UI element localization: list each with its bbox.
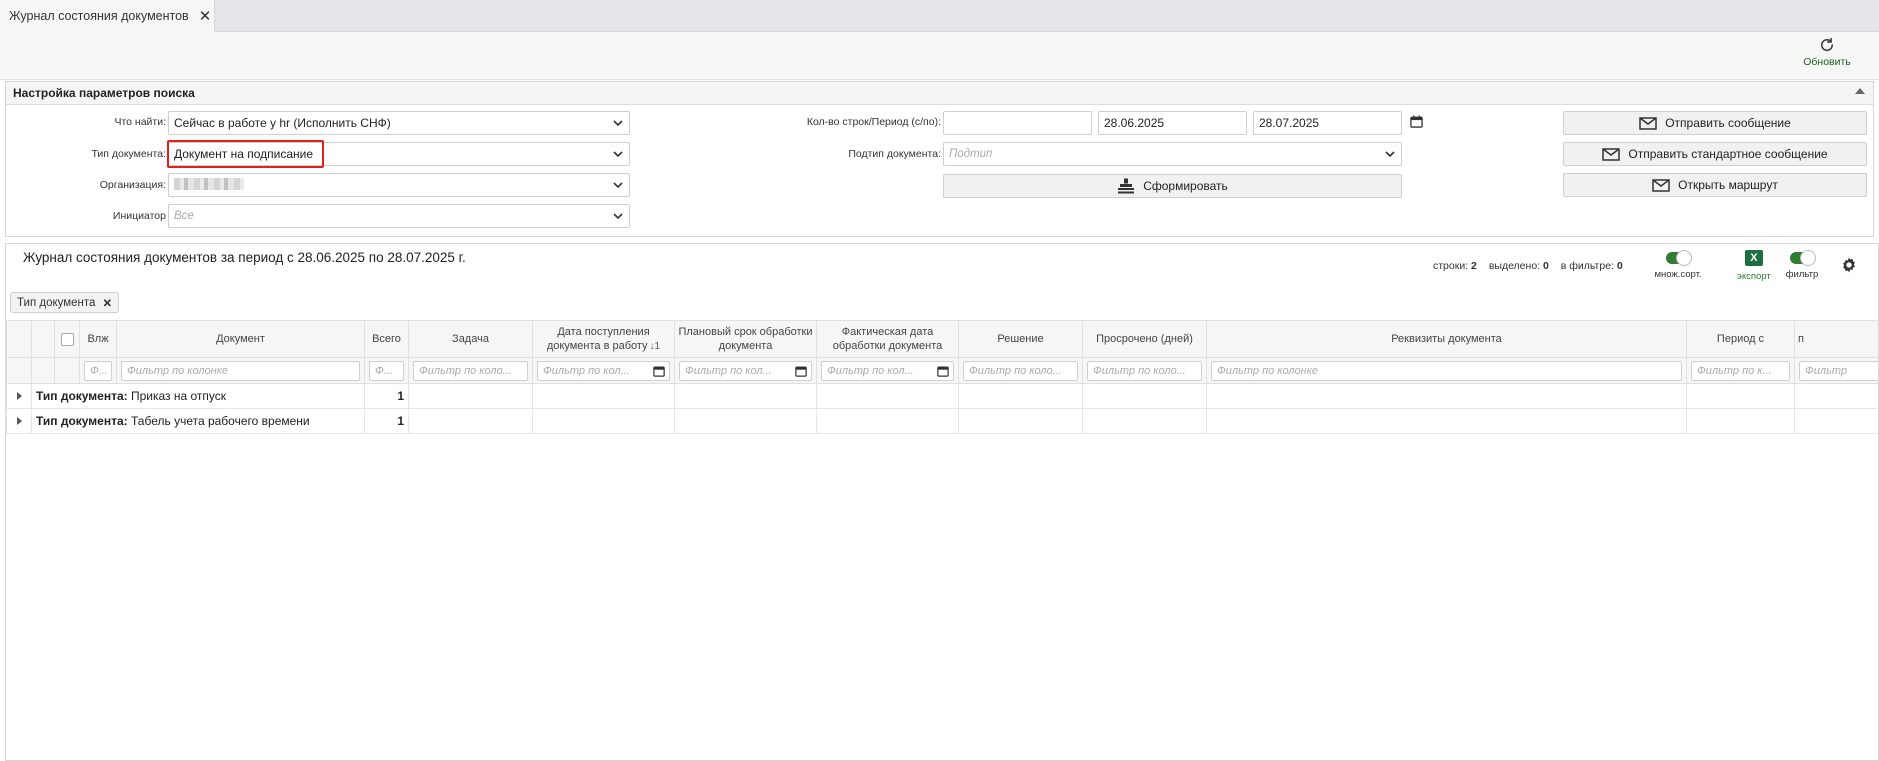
col-blank xyxy=(31,320,55,358)
group-row-label: Тип документа: Приказ на отпуск xyxy=(31,383,365,409)
collapse-icon[interactable] xyxy=(1855,88,1865,94)
rows-period-label: Кол-во строк/Период (с/по): xyxy=(806,116,941,128)
filter-input-date-received[interactable]: Фильтр по кол... xyxy=(537,360,670,381)
date-from-input[interactable]: 28.06.2025 xyxy=(1098,111,1247,135)
col-select-all[interactable] xyxy=(54,320,80,358)
chevron-down-icon xyxy=(1379,150,1401,158)
select-all-checkbox[interactable] xyxy=(60,332,74,346)
expand-icon[interactable] xyxy=(16,392,22,400)
initiator-select[interactable]: Все xyxy=(168,204,630,228)
col-total[interactable]: Всего xyxy=(364,320,409,358)
date-to-input[interactable]: 28.07.2025 xyxy=(1253,111,1402,135)
filter-input-overdue[interactable]: Фильтр по коло... xyxy=(1087,360,1202,381)
filter-input-period-to[interactable]: Фильтр xyxy=(1799,360,1878,381)
toggle-switch xyxy=(1666,250,1692,266)
toolbar: Обновить xyxy=(0,32,1879,80)
chevron-down-icon xyxy=(607,119,629,127)
rows-count-input[interactable] xyxy=(943,111,1092,135)
initiator-label: Инициатор xyxy=(112,210,166,222)
subtype-label: Подтип документа: xyxy=(848,148,941,160)
refresh-icon xyxy=(1820,37,1834,52)
filter-input-total[interactable]: Ф... xyxy=(369,360,404,381)
tab-document-journal[interactable]: Журнал состояния документов ✕ xyxy=(0,0,215,32)
col-expander xyxy=(6,320,32,358)
col-actual[interactable]: Фактическая дата обработки документа xyxy=(816,320,959,358)
multisort-toggle[interactable]: множ.сорт. xyxy=(1646,250,1710,280)
search-panel-header: Настройка параметров поиска xyxy=(6,82,1873,105)
rows-count: 2 xyxy=(1471,260,1477,272)
filter-input-task[interactable]: Фильтр по коло... xyxy=(413,360,528,381)
stamp-icon xyxy=(1118,178,1135,194)
filtered-count: 0 xyxy=(1616,260,1623,272)
envelope-icon xyxy=(1652,178,1670,192)
refresh-label: Обновить xyxy=(1803,56,1851,68)
open-route-button[interactable]: Открыть маршрут xyxy=(1563,173,1867,197)
excel-icon: X xyxy=(1744,250,1763,266)
search-panel-title: Настройка параметров поиска xyxy=(13,86,195,100)
chevron-down-icon xyxy=(607,212,629,220)
remove-icon[interactable]: ✕ xyxy=(102,296,112,310)
journal-grid-section: Журнал состояния документов за период с … xyxy=(5,243,1879,761)
group-row-label: Тип документа: Табель учета рабочего вре… xyxy=(31,408,365,434)
group-total: 1 xyxy=(364,408,409,434)
calendar-icon xyxy=(653,366,665,377)
filter-input-planned[interactable]: Фильтр по кол... xyxy=(679,360,812,381)
filter-input-document[interactable]: Фильтр по колонке xyxy=(121,360,360,381)
filter-toggle[interactable]: фильтр xyxy=(1780,250,1824,280)
filter-input-period-from[interactable]: Фильтр по к... xyxy=(1691,360,1790,381)
send-message-button[interactable]: Отправить сообщение xyxy=(1563,111,1867,135)
what-select[interactable]: Сейчас в работе у hr (Исполнить СНФ) xyxy=(168,111,630,135)
envelope-icon xyxy=(1639,116,1657,130)
filter-input-requisites[interactable]: Фильтр по колонке xyxy=(1211,360,1682,381)
calendar-icon xyxy=(937,366,949,377)
selected-count: 0 xyxy=(1543,260,1549,272)
col-document[interactable]: Документ xyxy=(116,320,365,358)
send-standard-message-button[interactable]: Отправить стандартное сообщение xyxy=(1563,142,1867,166)
filter-input-actual[interactable]: Фильтр по кол... xyxy=(821,360,954,381)
journal-table: Влж Документ Всего Задача Дата поступлен… xyxy=(6,320,1878,434)
col-date-received[interactable]: Дата поступления документа в работу ↓1 xyxy=(532,320,675,358)
col-period-to[interactable]: п xyxy=(1794,320,1878,358)
grid-stats: строки: 2 выделено: 0 в фильтре: 0 xyxy=(1433,260,1623,272)
form-report-button[interactable]: Сформировать xyxy=(943,174,1402,198)
table-row[interactable]: Тип документа: Приказ на отпуск 1 xyxy=(6,383,1878,409)
col-overdue[interactable]: Просрочено (дней) xyxy=(1082,320,1207,358)
what-label: Что найти: xyxy=(114,116,166,128)
org-label: Организация: xyxy=(99,179,166,191)
envelope-icon xyxy=(1602,147,1621,161)
search-params-panel: Настройка параметров поиска Что найти: С… xyxy=(5,81,1874,237)
sort-desc-icon: ↓1 xyxy=(649,340,661,352)
col-vlzh[interactable]: Влж xyxy=(79,320,117,358)
redacted-value xyxy=(174,177,244,190)
org-select[interactable] xyxy=(168,173,630,197)
col-task[interactable]: Задача xyxy=(408,320,533,358)
table-row[interactable]: Тип документа: Табель учета рабочего вре… xyxy=(6,408,1878,434)
calendar-icon xyxy=(795,366,807,377)
col-requisites[interactable]: Реквизиты документа xyxy=(1206,320,1687,358)
expand-icon[interactable] xyxy=(16,417,22,425)
col-decision[interactable]: Решение xyxy=(958,320,1083,358)
filter-input-vlzh[interactable]: Ф... xyxy=(84,360,112,381)
doctype-select[interactable]: Документ на подписание xyxy=(168,142,630,166)
gear-icon[interactable] xyxy=(1840,256,1858,277)
refresh-button[interactable]: Обновить xyxy=(1799,36,1855,68)
chevron-down-icon xyxy=(607,150,629,158)
close-icon[interactable]: ✕ xyxy=(199,7,212,25)
doctype-label: Тип документа: xyxy=(91,148,166,160)
calendar-icon[interactable] xyxy=(1410,115,1423,131)
toggle-switch xyxy=(1790,250,1816,266)
tab-title: Журнал состояния документов xyxy=(9,9,189,23)
grid-title: Журнал состояния документов за период с … xyxy=(23,250,466,265)
export-button[interactable]: X экспорт xyxy=(1737,250,1771,282)
group-chip-doctype[interactable]: Тип документа ✕ xyxy=(10,292,120,313)
group-total: 1 xyxy=(364,383,409,409)
col-period-from[interactable]: Период с xyxy=(1686,320,1795,358)
subtype-select[interactable]: Подтип xyxy=(943,142,1402,166)
tab-bar: Журнал состояния документов ✕ xyxy=(0,0,1879,32)
filter-input-decision[interactable]: Фильтр по коло... xyxy=(963,360,1078,381)
col-planned[interactable]: Плановый срок обработки документа xyxy=(674,320,817,358)
chevron-down-icon xyxy=(607,181,629,189)
